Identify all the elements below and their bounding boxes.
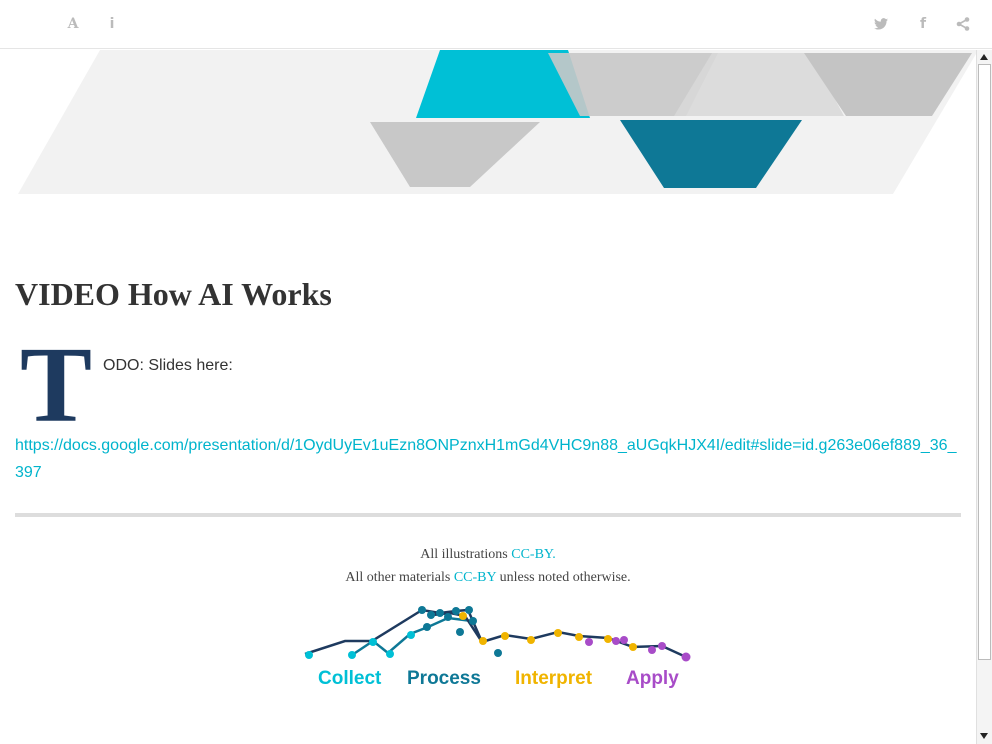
logo-dots [305,606,691,662]
header-banner-illustration [18,50,976,194]
logo-label-interpret: Interpret [515,668,593,689]
slides-link[interactable]: https://docs.google.com/presentation/d/1… [15,432,963,486]
logo-label-apply: Apply [626,668,679,689]
scrollbar-thumb[interactable] [978,64,991,660]
font-settings-icon[interactable]: A [63,14,83,34]
license-text: All other materials [345,570,451,585]
twitter-icon[interactable] [871,14,891,34]
collect-process-interpret-apply-logo: Collect Process Interpret Apply [304,606,691,689]
page-content: VIDEO How AI Works T ODO: Slides here: h… [0,50,976,744]
share-icon[interactable] [953,14,973,34]
lead-text: ODO: Slides here: [103,357,233,374]
license-line-materials: All other materials CC-BY unless noted o… [0,570,976,586]
logo-label-collect: Collect [318,668,382,689]
cc-by-illustrations-link[interactable]: CC-BY. [511,547,555,562]
license-suffix-text: unless noted otherwise. [499,570,631,585]
scroll-down-arrow-icon[interactable] [980,733,988,739]
info-icon[interactable]: i [102,14,122,34]
logo-label-process: Process [407,668,481,689]
facebook-icon[interactable]: f [913,14,933,34]
section-divider [15,513,961,517]
license-text: All illustrations [420,547,508,562]
license-line-illustrations: All illustrations CC-BY. [0,547,976,563]
cc-by-materials-link[interactable]: CC-BY [454,570,496,585]
page-title: VIDEO How AI Works [15,276,332,312]
scroll-up-arrow-icon[interactable] [980,54,988,60]
vertical-scrollbar[interactable] [976,50,992,744]
dropcap-letter: T [20,326,93,445]
top-toolbar: A i f [0,0,992,49]
